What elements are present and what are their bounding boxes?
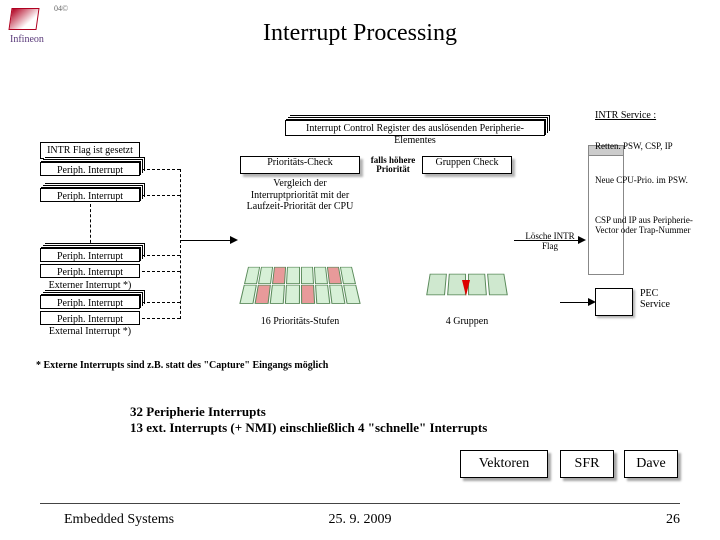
intr-service-title: INTR Service : [595,110,695,121]
priority-check-box: Prioritäts-Check [240,156,360,174]
summary-line-1: 32 Peripherie Interrupts [130,404,487,420]
priority-levels-graphic [239,267,360,304]
summary: 32 Peripherie Interrupts 13 ext. Interru… [130,404,487,437]
pec-label: PEC Service [640,288,690,310]
group-arrow-icon [462,280,470,296]
dave-button[interactable]: Dave [624,450,678,478]
if-higher-priority: falls höhere Priorität [368,156,418,175]
footer-date: 25. 9. 2009 [0,512,720,528]
service-step-1: Retten. PSW, CSP, IP [595,142,695,152]
page-number: 26 [666,512,680,528]
slide-id: 04© [54,4,68,13]
pec-box [595,288,633,316]
flag-tag: INTR Flag ist gesetzt [40,142,140,159]
priority-levels-caption: 16 Prioritäts-Stufen [240,316,360,327]
footer-divider [40,503,680,504]
service-step-2: Neue CPU-Prio. im PSW. [595,176,695,186]
periph-interrupt-2: Periph. Interrupt [40,188,140,202]
periph-interrupt-5: Periph. Interrupt [40,295,140,309]
intr-register-box: Interrupt Control Register des auslösend… [285,120,545,136]
sfr-button[interactable]: SFR [560,450,614,478]
page-title: Interrupt Processing [0,20,720,47]
groups-caption: 4 Gruppen [422,316,512,327]
periph-interrupt-4: Periph. Interrupt [40,264,140,278]
summary-line-2: 13 ext. Interrupts (+ NMI) einschließlic… [130,420,487,436]
ext-interrupt-caption-1: Externer Interrupt *) [35,280,145,291]
diagram: Interrupt Control Register des auslösend… [30,120,690,380]
periph-interrupt-1: Periph. Interrupt [40,162,140,176]
service-step-3: CSP und IP aus Peripherie-Vector oder Tr… [595,216,695,236]
priority-compare-text: Vergleich der Interruptpriorität mit der… [240,178,360,213]
periph-interrupt-3: Periph. Interrupt [40,248,140,262]
vectors-button[interactable]: Vektoren [460,450,548,478]
service-box [588,145,624,275]
footnote: * Externe Interrupts sind z.B. statt des… [36,360,328,372]
periph-interrupt-6: Periph. Interrupt [40,311,140,325]
group-check-box: Gruppen Check [422,156,512,174]
clear-flag-label: Lösche INTR Flag [520,232,580,252]
ext-interrupt-caption-2: External Interrupt *) [35,326,145,337]
